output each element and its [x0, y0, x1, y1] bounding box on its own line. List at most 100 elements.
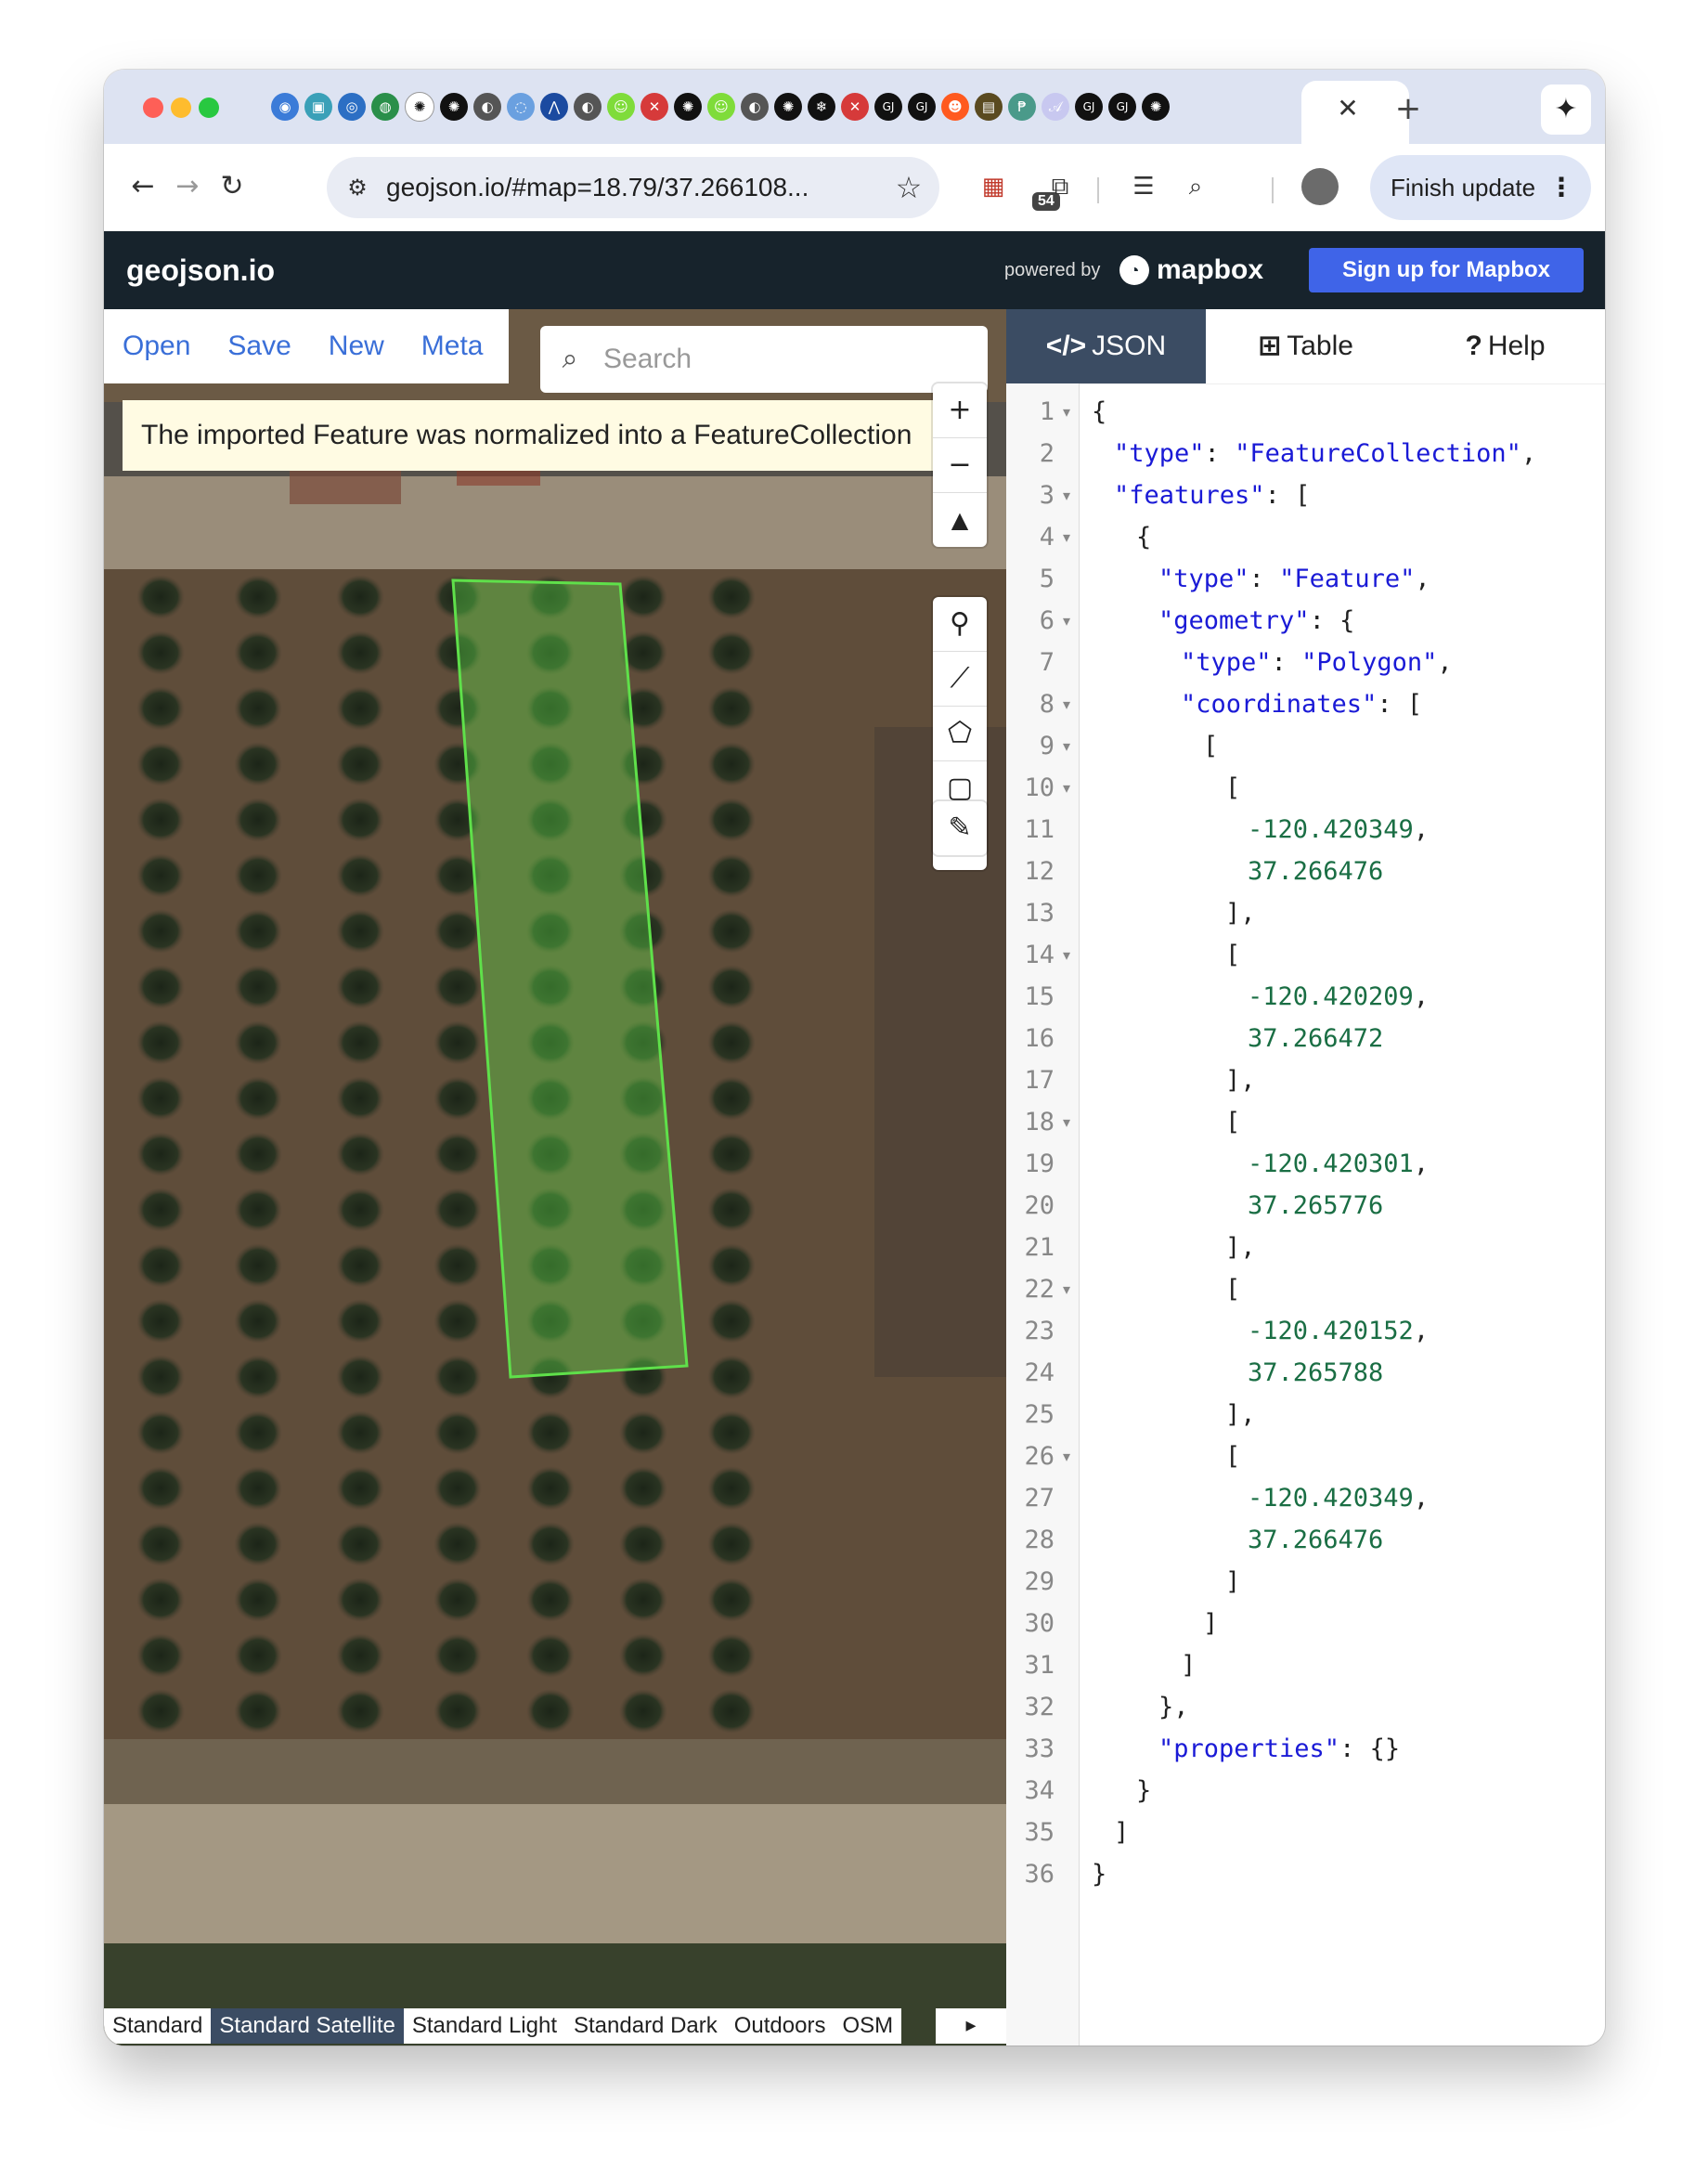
fold-arrow-icon[interactable]: ▾	[1058, 683, 1075, 725]
menu-new[interactable]: New	[310, 309, 403, 383]
favicon-17-icon[interactable]: ❄	[808, 93, 835, 121]
lens-search-icon[interactable]: ⌕	[1177, 168, 1214, 205]
favicon-24-icon[interactable]: 𝒜	[1042, 93, 1069, 121]
favicon-3-icon[interactable]: ◎	[338, 93, 366, 121]
menu-save[interactable]: Save	[209, 309, 309, 383]
map-style-standard-dark[interactable]: Standard Dark	[565, 2008, 726, 2044]
fold-arrow-icon[interactable]: ▾	[1058, 725, 1075, 767]
code-line[interactable]: 4 ▾ {	[1006, 516, 1605, 558]
favicon-25-icon[interactable]: GJ	[1075, 93, 1103, 121]
draw-marker-icon[interactable]: ⚲	[933, 597, 987, 652]
favicon-7-icon[interactable]: ◐	[473, 93, 501, 121]
code-line[interactable]: 13],	[1006, 892, 1605, 934]
extension-calendar-icon[interactable]: ▦	[975, 168, 1012, 205]
code-line[interactable]: 36}	[1006, 1853, 1605, 1895]
url-text[interactable]: geojson.io/#map=18.79/37.266108...	[386, 157, 809, 218]
favicon-26-icon[interactable]: GJ	[1108, 93, 1136, 121]
code-line[interactable]: 2 "type": "FeatureCollection",	[1006, 433, 1605, 474]
favicon-12-icon[interactable]: ✕	[640, 93, 668, 121]
compass-icon[interactable]: ▲	[933, 493, 987, 547]
map-style-standard-satellite[interactable]: Standard Satellite	[211, 2008, 404, 2044]
favicon-22-icon[interactable]: ▤	[975, 93, 1003, 121]
code-line[interactable]: 17],	[1006, 1059, 1605, 1101]
favicon-27-icon[interactable]: ✺	[1142, 93, 1170, 121]
code-line[interactable]: 12 37.266476	[1006, 851, 1605, 892]
map-style-outdoors[interactable]: Outdoors	[726, 2008, 835, 2044]
tab-close-icon[interactable]: ✕	[1329, 90, 1366, 127]
fold-arrow-icon[interactable]: ▾	[1058, 600, 1075, 642]
code-line[interactable]: 22 ▾ [	[1006, 1268, 1605, 1310]
code-line[interactable]: 33 "properties": {}	[1006, 1728, 1605, 1770]
zoom-in-button[interactable]: +	[933, 383, 987, 438]
code-line[interactable]: 15 -120.420209,	[1006, 976, 1605, 1018]
reading-list-icon[interactable]: ☰	[1125, 168, 1162, 205]
fold-arrow-icon[interactable]: ▾	[1058, 474, 1075, 516]
map-style-standard[interactable]: Standard	[104, 2008, 211, 2044]
code-line[interactable]: 11 -120.420349,	[1006, 809, 1605, 851]
code-line[interactable]: 3 ▾ "features": [	[1006, 474, 1605, 516]
code-line[interactable]: 5 "type": "Feature",	[1006, 558, 1605, 600]
favicon-5-icon[interactable]: ✺	[405, 92, 434, 122]
favicon-1-icon[interactable]: ◉	[271, 93, 299, 121]
favicon-11-icon[interactable]: ☺	[607, 93, 635, 121]
code-line[interactable]: 32},	[1006, 1686, 1605, 1728]
code-line[interactable]: 7 "type": "Polygon",	[1006, 642, 1605, 683]
map-style-standard-light[interactable]: Standard Light	[404, 2008, 565, 2044]
code-line[interactable]: 26 ▾ [	[1006, 1435, 1605, 1477]
code-line[interactable]: 35]	[1006, 1812, 1605, 1853]
favicon-4-icon[interactable]: ◍	[371, 93, 399, 121]
reload-icon[interactable]: ↻	[210, 164, 254, 209]
tab-help[interactable]: ? Help	[1405, 309, 1605, 383]
fold-arrow-icon[interactable]: ▾	[1058, 767, 1075, 809]
search-box[interactable]: ⌕ Search	[540, 326, 988, 393]
fold-arrow-icon[interactable]: ▾	[1058, 516, 1075, 558]
search-input[interactable]: Search	[603, 326, 692, 393]
draw-polygon-icon[interactable]: ⬠	[933, 707, 987, 761]
code-line[interactable]: 27 -120.420349,	[1006, 1477, 1605, 1519]
bookmark-star-icon[interactable]: ☆	[889, 168, 928, 207]
favicon-23-icon[interactable]: ₱	[1008, 93, 1036, 121]
profile-avatar[interactable]	[1301, 168, 1339, 205]
code-line[interactable]: 10 ▾ [	[1006, 767, 1605, 809]
menu-open[interactable]: Open	[104, 309, 209, 383]
menu-meta[interactable]: Meta	[403, 309, 502, 383]
forward-icon[interactable]: →	[165, 164, 210, 209]
favicon-13-icon[interactable]: ✺	[674, 93, 702, 121]
favicon-20-icon[interactable]: GJ	[908, 93, 936, 121]
maximize-window-button[interactable]	[199, 97, 219, 118]
fold-arrow-icon[interactable]: ▾	[1058, 1101, 1075, 1143]
code-line[interactable]: 16 37.266472	[1006, 1018, 1605, 1059]
code-line[interactable]: 28 37.266476	[1006, 1519, 1605, 1561]
favicon-10-icon[interactable]: ◐	[574, 93, 602, 121]
favicon-19-icon[interactable]: GJ	[874, 93, 902, 121]
fold-arrow-icon[interactable]: ▾	[1058, 391, 1075, 433]
favicon-16-icon[interactable]: ✺	[774, 93, 802, 121]
favicon-2-icon[interactable]: ▣	[304, 93, 332, 121]
favicon-14-icon[interactable]: ☺	[707, 93, 735, 121]
favicon-21-icon[interactable]: ☻	[941, 93, 969, 121]
favicon-18-icon[interactable]: ✕	[841, 93, 869, 121]
mapbox-logo[interactable]: ◔ mapbox	[1119, 252, 1263, 289]
edit-icon[interactable]: ✎	[933, 801, 987, 855]
site-settings-icon[interactable]: ⚙	[342, 172, 373, 203]
close-window-button[interactable]	[143, 97, 163, 118]
code-line[interactable]: 31]	[1006, 1644, 1605, 1686]
minimize-window-button[interactable]	[171, 97, 191, 118]
code-line[interactable]: 30]	[1006, 1603, 1605, 1644]
fold-arrow-icon[interactable]: ▾	[1058, 1435, 1075, 1477]
favicon-6-icon[interactable]: ✺	[440, 93, 468, 121]
back-icon[interactable]: ←	[121, 164, 165, 209]
extensions-puzzle-icon[interactable]: ⧉	[1042, 168, 1079, 205]
code-line[interactable]: 29]	[1006, 1561, 1605, 1603]
favicon-9-icon[interactable]: ⋀	[540, 93, 568, 121]
draw-line-icon[interactable]: ⟋	[933, 652, 987, 707]
zoom-out-button[interactable]: −	[933, 438, 987, 493]
code-line[interactable]: 9 ▾ [	[1006, 725, 1605, 767]
address-bar[interactable]: ⚙ geojson.io/#map=18.79/37.266108... ☆	[327, 157, 939, 218]
favicon-8-icon[interactable]: ◌	[507, 93, 535, 121]
code-line[interactable]: 24 37.265788	[1006, 1352, 1605, 1394]
code-line[interactable]: 14 ▾ [	[1006, 934, 1605, 976]
code-line[interactable]: 23 -120.420152,	[1006, 1310, 1605, 1352]
code-line[interactable]: 34}	[1006, 1770, 1605, 1812]
code-line[interactable]: 19 -120.420301,	[1006, 1143, 1605, 1185]
